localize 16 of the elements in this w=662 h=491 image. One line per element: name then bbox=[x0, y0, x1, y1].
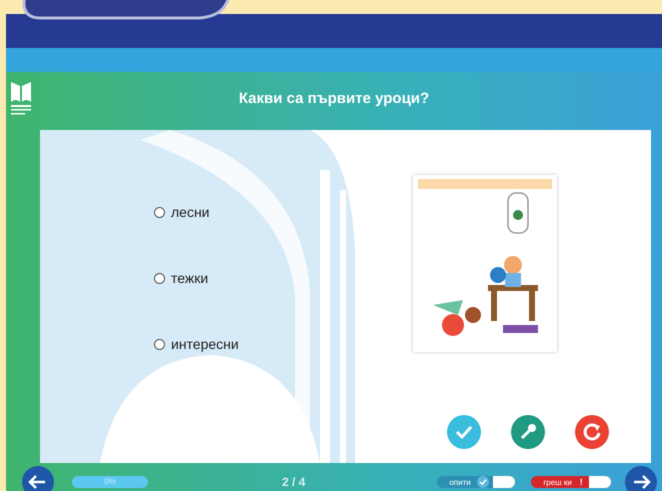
errors-label: греш ки bbox=[542, 478, 572, 486]
attempts-label: опити bbox=[448, 478, 471, 486]
progress-label: 0% bbox=[103, 476, 117, 488]
retry-button[interactable] bbox=[575, 415, 609, 449]
attempts-toggle[interactable]: опити bbox=[437, 476, 516, 488]
key-button[interactable] bbox=[511, 415, 545, 449]
answer-option[interactable]: лесни bbox=[154, 202, 239, 222]
back-arrow-button[interactable] bbox=[22, 466, 54, 491]
question-title: Какви са първите уроци? bbox=[238, 90, 430, 106]
check-button[interactable] bbox=[447, 415, 481, 449]
page-counter: 2 / 4 bbox=[282, 475, 306, 489]
answer-option[interactable]: интересни bbox=[154, 334, 239, 354]
answer-option[interactable]: тежки bbox=[154, 268, 239, 288]
next-arrow-button[interactable] bbox=[625, 466, 658, 491]
exclamation-mark: ! bbox=[580, 477, 583, 487]
check-icon bbox=[476, 476, 489, 488]
